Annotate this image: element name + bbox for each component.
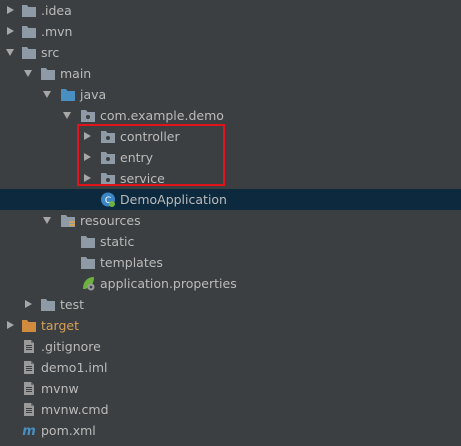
tree-item-label: application.properties [100, 276, 237, 291]
tree-item-test[interactable]: test [0, 294, 461, 315]
tree-item-label: mvnw [41, 381, 79, 396]
folder-icon [41, 68, 55, 80]
tree-item-demo1-iml[interactable]: demo1.iml [0, 357, 461, 378]
tree-item-label: resources [80, 213, 141, 228]
file-icon [24, 340, 34, 353]
tree-item-resources[interactable]: resources [0, 210, 461, 231]
tree-item-mvnw[interactable]: mvnw [0, 378, 461, 399]
tree-item-idea[interactable]: .idea [0, 0, 461, 21]
tree-item-label: templates [100, 255, 163, 270]
tree-item-src[interactable]: src [0, 42, 461, 63]
tree-item-service[interactable]: service [0, 168, 461, 189]
collapse-arrow-icon[interactable] [5, 47, 15, 57]
source-folder-icon [61, 89, 75, 101]
tree-item-templates[interactable]: templates [0, 252, 461, 273]
tree-item-label: .gitignore [41, 339, 101, 354]
tree-item-main[interactable]: main [0, 63, 461, 84]
folder-icon [41, 299, 55, 311]
folder-icon [22, 5, 36, 17]
tree-item-label: pom.xml [41, 423, 96, 438]
tree-item-label: java [80, 87, 107, 102]
file-icon [24, 382, 34, 395]
tree-item-label: target [41, 318, 80, 333]
tree-item-label: mvnw.cmd [41, 402, 109, 417]
tree-item-label: main [60, 66, 92, 81]
expand-arrow-icon[interactable] [5, 26, 15, 36]
tree-item-entry[interactable]: entry [0, 147, 461, 168]
collapse-arrow-icon[interactable] [42, 89, 52, 99]
tree-item-label: test [60, 297, 85, 312]
expand-arrow-icon[interactable] [23, 299, 33, 309]
tree-item-gitignore[interactable]: .gitignore [0, 336, 461, 357]
spring-class-icon: C [101, 192, 115, 207]
folder-icon [22, 47, 36, 59]
tree-item-demo-application[interactable]: C DemoApplication [0, 189, 461, 210]
tree-item-label: .mvn [41, 24, 73, 39]
project-tree: .idea .mvn src main java com.example.dem… [0, 0, 461, 446]
excluded-folder-icon [22, 320, 36, 332]
resources-folder-icon [61, 215, 75, 227]
tree-item-mvnw-cmd[interactable]: mvnw.cmd [0, 399, 461, 420]
collapse-arrow-icon[interactable] [42, 215, 52, 225]
collapse-arrow-icon[interactable] [62, 110, 72, 120]
tree-item-label: src [41, 45, 60, 60]
maven-icon: m [22, 424, 36, 438]
expand-arrow-icon[interactable] [5, 5, 15, 15]
tree-item-application-properties[interactable]: application.properties [0, 273, 461, 294]
tree-item-com-example-demo[interactable]: com.example.demo [0, 105, 461, 126]
file-icon [24, 361, 34, 374]
tree-item-mvn[interactable]: .mvn [0, 21, 461, 42]
tree-item-pom-xml[interactable]: m pom.xml [0, 420, 461, 441]
tree-item-label: demo1.iml [41, 360, 108, 375]
expand-arrow-icon[interactable] [5, 320, 15, 330]
folder-icon [81, 236, 95, 248]
folder-icon [81, 257, 95, 269]
tree-item-static[interactable]: static [0, 231, 461, 252]
spring-properties-icon [83, 277, 95, 291]
tree-item-target[interactable]: target [0, 315, 461, 336]
file-icon [24, 403, 34, 416]
highlight-box [77, 124, 225, 186]
tree-item-label: DemoApplication [120, 192, 227, 207]
svg-text:m: m [22, 424, 36, 438]
tree-item-label: com.example.demo [100, 108, 224, 123]
folder-icon [22, 26, 36, 38]
collapse-arrow-icon[interactable] [23, 68, 33, 78]
tree-item-label: static [100, 234, 135, 249]
tree-item-java[interactable]: java [0, 84, 461, 105]
tree-item-label: .idea [41, 3, 72, 18]
tree-item-controller[interactable]: controller [0, 126, 461, 147]
package-icon [81, 110, 95, 122]
